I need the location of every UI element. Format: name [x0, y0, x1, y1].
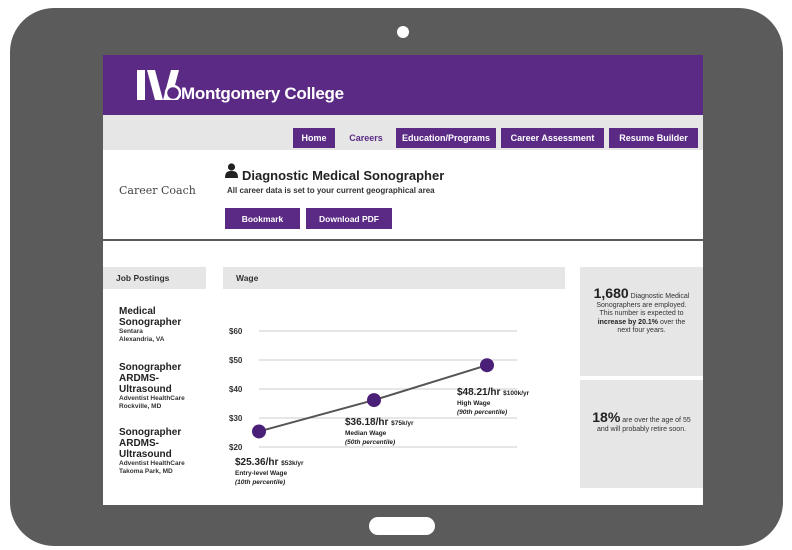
employed-number: 1,680 — [593, 285, 629, 301]
job-postings-heading: Job Postings — [103, 267, 206, 289]
bookmark-button[interactable]: Bookmark — [225, 208, 300, 229]
wage-percentile-label: (10th percentile) — [235, 479, 285, 486]
nav-career-assessment[interactable]: Career Assessment — [501, 128, 604, 148]
y-tick-label: $30 — [229, 414, 243, 423]
wage-point — [252, 424, 266, 439]
job-company: Sentara — [119, 328, 143, 335]
nav-careers[interactable]: Careers — [341, 128, 391, 148]
job-title: Sonographer — [119, 362, 182, 373]
nav-education-programs[interactable]: Education/Programs — [396, 128, 496, 148]
nav-resume-builder[interactable]: Resume Builder — [609, 128, 698, 148]
wage-point — [367, 393, 381, 408]
main-nav: Home Careers Education/Programs Career A… — [103, 115, 703, 150]
wage-point — [480, 358, 494, 373]
section-divider — [103, 239, 703, 241]
y-tick-label: $50 — [229, 356, 243, 365]
job-posting-3[interactable]: Sonographer ARDMS- Ultrasound Adventist … — [119, 427, 185, 476]
y-tick-label: $40 — [229, 385, 243, 394]
nav-home[interactable]: Home — [293, 128, 335, 148]
job-title: Medical — [119, 306, 156, 317]
camera-icon — [397, 26, 409, 38]
job-posting-1[interactable]: Medical Sonographer Sentara Alexandria, … — [119, 306, 181, 344]
wage-name-label: Median Wage — [345, 430, 387, 437]
retire-number: 18% — [592, 409, 621, 425]
job-location: Alexandria, VA — [119, 336, 165, 343]
wage-chart: $60 $50 $40 $30 $20 $25.36/hr $53k/yr Entry-le… — [229, 327, 530, 486]
job-title: Sonographer — [119, 427, 182, 438]
job-company: Adventist HealthCare — [119, 395, 185, 402]
job-company: Adventist HealthCare — [119, 460, 185, 467]
employment-stat: 1,680 Diagnostic Medical Sonographers ar… — [580, 267, 703, 376]
retirement-stat: 18% are over the age of 55 and will prob… — [580, 380, 703, 488]
wage-percentile-label: (90th percentile) — [457, 409, 507, 416]
download-pdf-button[interactable]: Download PDF — [306, 208, 392, 229]
site-header: Montgomery College — [103, 55, 703, 115]
job-location: Takoma Park, MD — [119, 468, 173, 475]
y-tick-label: $60 — [229, 327, 243, 336]
college-name[interactable]: Montgomery College — [181, 84, 344, 104]
home-button[interactable] — [369, 517, 435, 535]
career-coach-brand: Career Coach — [119, 184, 196, 197]
screen: Montgomery College Home Careers Educatio… — [103, 55, 703, 505]
job-title: Sonographer — [119, 317, 182, 328]
wage-data-label: $25.36/hr $53k/yr — [235, 457, 304, 468]
wage-name-label: Entry-level Wage — [235, 470, 288, 477]
wage-data-label: $36.18/hr $75k/yr — [345, 417, 414, 428]
career-subtitle: All career data is set to your current g… — [227, 186, 435, 195]
job-location: Rockville, MD — [119, 403, 162, 410]
job-posting-2[interactable]: Sonographer ARDMS- Ultrasound Adventist … — [119, 362, 185, 411]
y-tick-label: $20 — [229, 443, 243, 452]
career-title: Diagnostic Medical Sonographer — [242, 168, 445, 183]
wage-heading: Wage — [223, 267, 565, 289]
wage-name-label: High Wage — [457, 400, 491, 407]
employed-growth: increase by 20.1% — [597, 318, 659, 326]
job-title: Ultrasound — [119, 449, 172, 460]
job-title: ARDMS- — [119, 438, 159, 449]
college-logo-icon — [137, 70, 181, 100]
wage-data-label: $48.21/hr $100k/yr — [457, 387, 530, 398]
wage-percentile-label: (50th percentile) — [345, 439, 395, 446]
job-title: ARDMS- — [119, 373, 159, 384]
person-icon — [225, 163, 238, 178]
job-title: Ultrasound — [119, 384, 172, 395]
